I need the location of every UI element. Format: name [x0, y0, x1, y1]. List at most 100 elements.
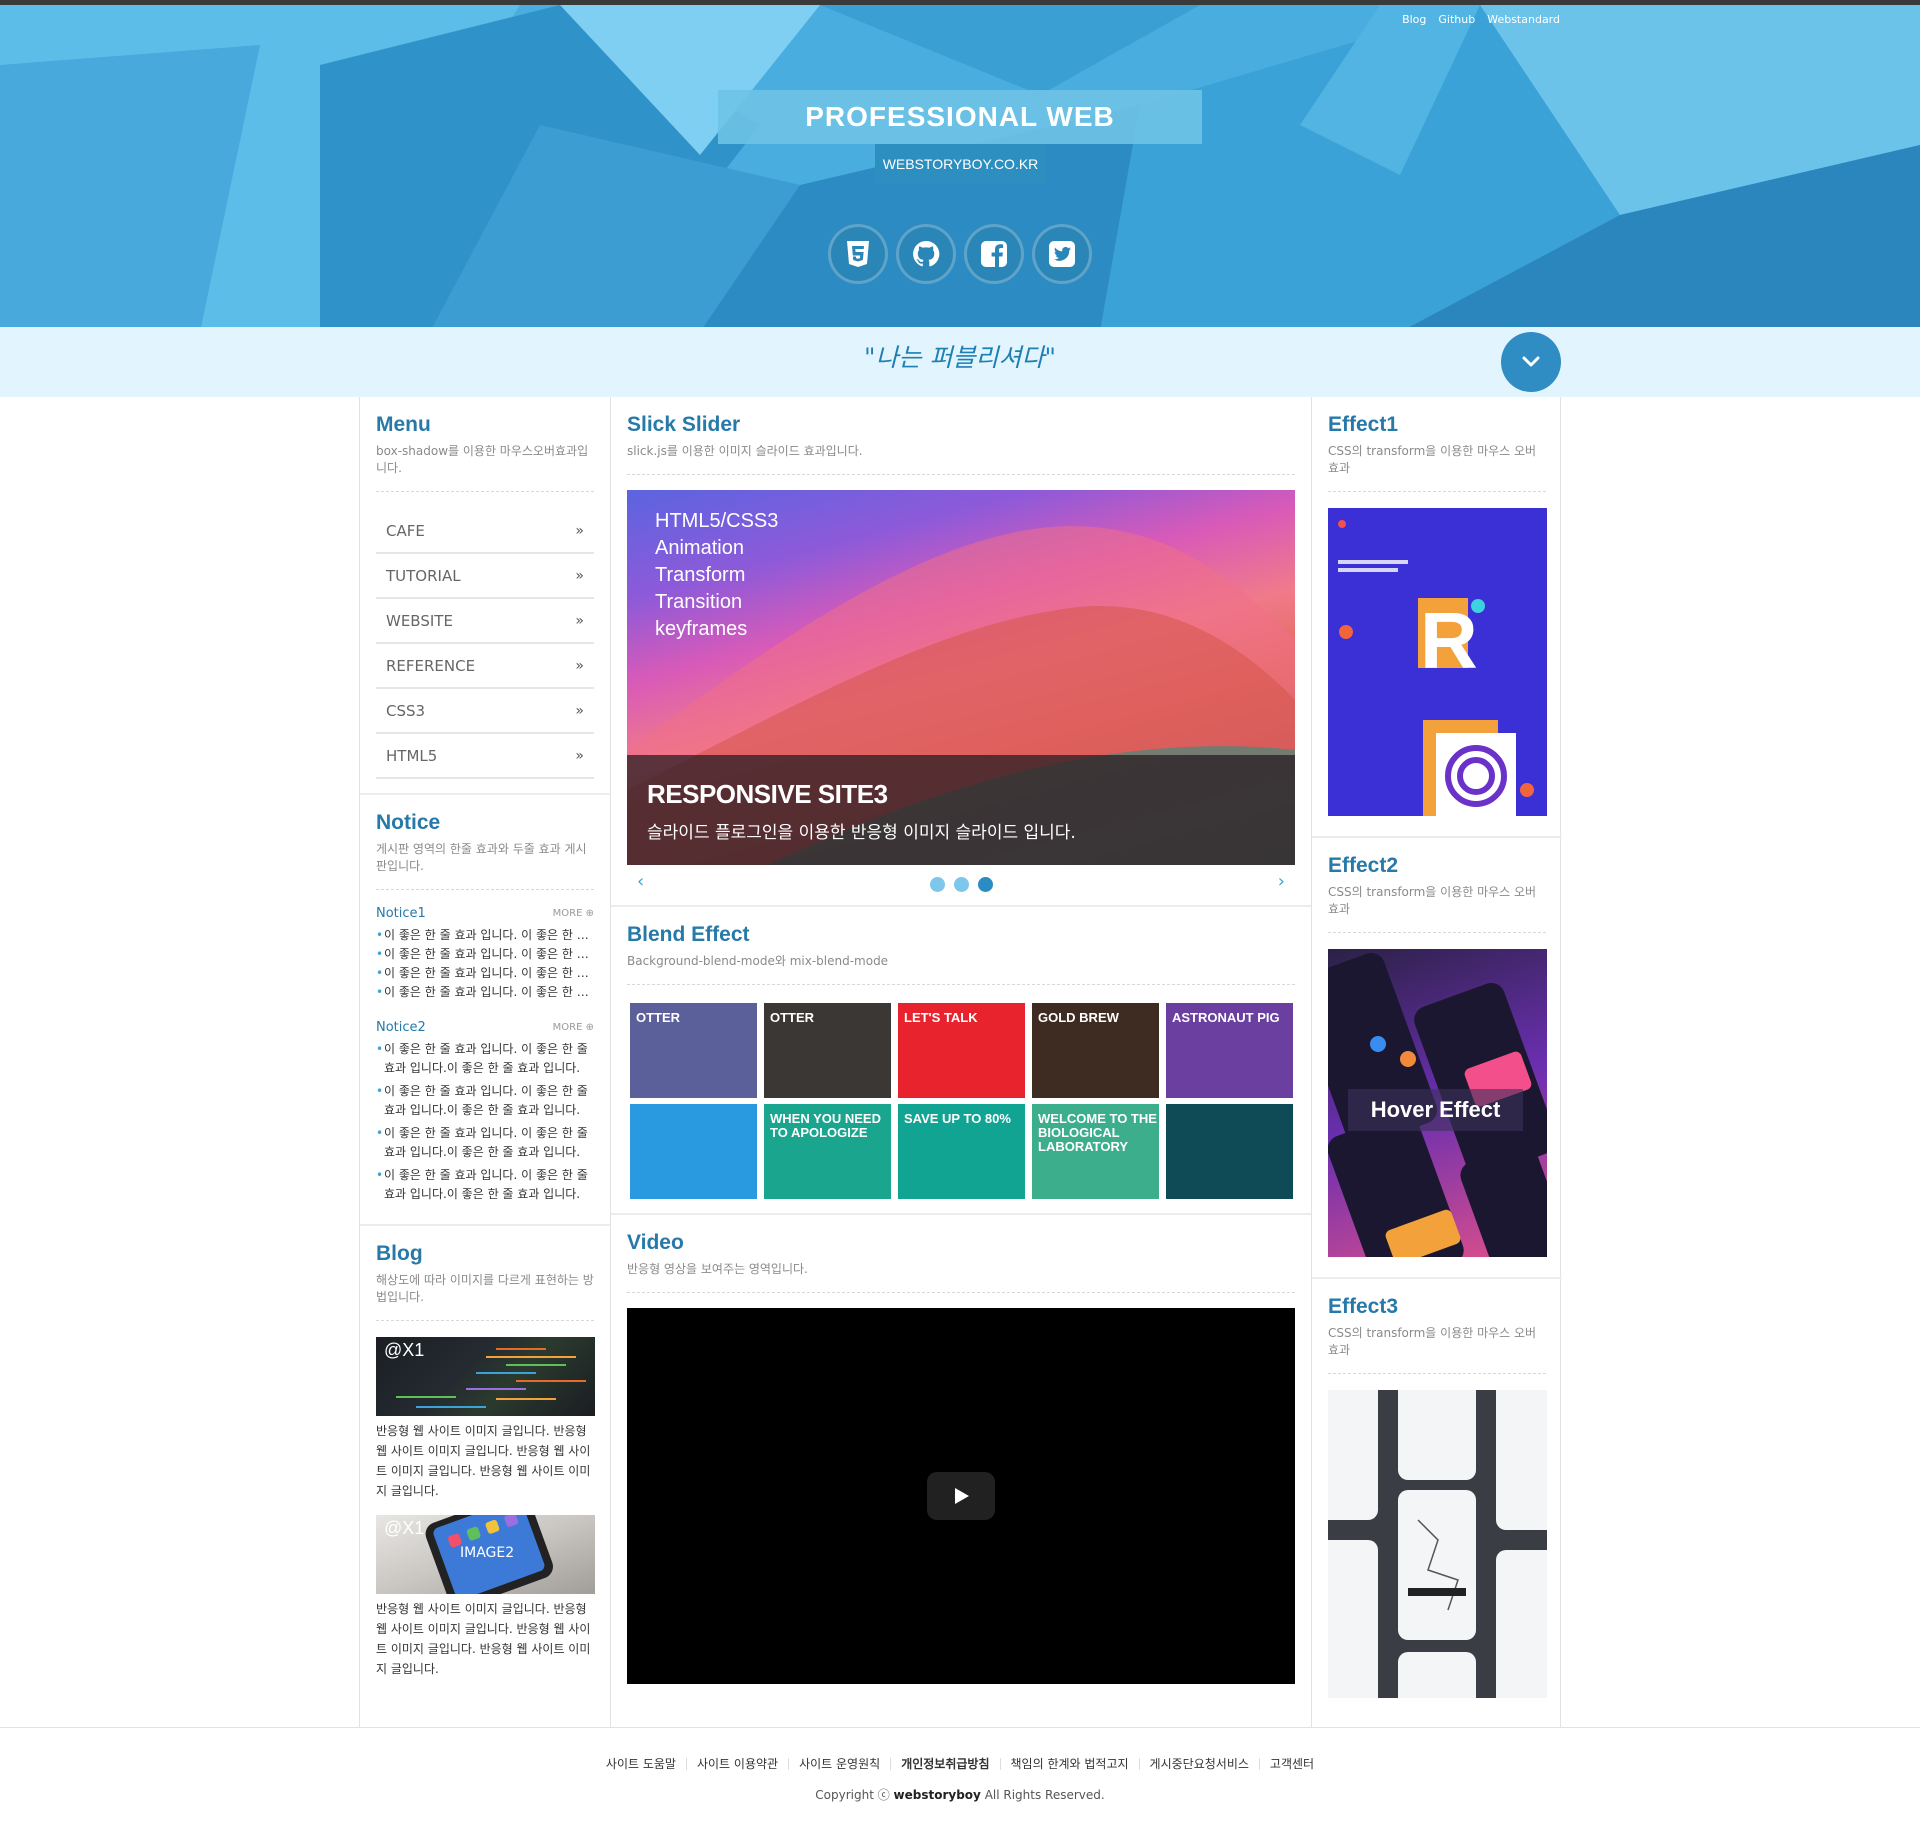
blend-tile[interactable]: OTTER	[764, 1003, 891, 1098]
svg-text:R: R	[1420, 596, 1478, 685]
notice-desc: 게시판 영역의 한줄 효과와 두줄 효과 게시판입니다.	[376, 841, 594, 890]
top-link-webstandard[interactable]: Webstandard	[1487, 13, 1560, 26]
slide-line: HTML5/CSS3	[655, 510, 779, 532]
blend-tile[interactable]: WHEN YOU NEED TO APOLOGIZE	[764, 1104, 891, 1199]
slide-caption-text: 슬라이드 플로그인을 이용한 반응형 이미지 슬라이드 입니다.	[647, 823, 1076, 843]
slider-dot[interactable]	[978, 877, 993, 892]
video-desc: 반응형 영상을 보여주는 영역입니다.	[627, 1261, 1295, 1293]
social-links	[828, 224, 1092, 284]
top-link-github[interactable]: Github	[1438, 13, 1475, 26]
right-column: Effect1 CSS의 transform을 이용한 마우스 오버 효과 R	[1311, 397, 1562, 1727]
menu-item-cafe[interactable]: CAFE »	[376, 509, 594, 554]
blend-tile-label: GOLD BREW	[1038, 1010, 1119, 1025]
github-link[interactable]	[896, 224, 956, 284]
menu-item-css3[interactable]: CSS3 »	[376, 689, 594, 734]
footer-link[interactable]: 사이트 도움말	[596, 1758, 686, 1770]
video-title: Video	[627, 1231, 684, 1254]
video-section: Video 반응형 영상을 보여주는 영역입니다.	[611, 1215, 1311, 1684]
top-link-blog[interactable]: Blog	[1402, 13, 1426, 26]
slider-desc: slick.js를 이용한 이미지 슬라이드 효과입니다.	[627, 443, 1295, 475]
effect1-section: Effect1 CSS의 transform을 이용한 마우스 오버 효과 R	[1312, 397, 1562, 838]
blend-title: Blend Effect	[627, 923, 750, 946]
image-slider[interactable]: HTML5/CSS3 Animation Transform Transitio…	[627, 490, 1295, 865]
scroll-down-button[interactable]	[1501, 332, 1561, 392]
slider-nav: ‹ ›	[627, 865, 1295, 905]
effect3-artwork	[1328, 1390, 1547, 1698]
notice2-list: 이 좋은 한 줄 효과 입니다. 이 좋은 한 줄 효과 입니다.이 좋은 한 …	[376, 1040, 594, 1208]
effect2-title: Effect2	[1328, 854, 1399, 877]
video-player[interactable]	[627, 1308, 1295, 1684]
slider-next-button[interactable]: ›	[1278, 871, 1285, 892]
menu-item-html5[interactable]: HTML5 »	[376, 734, 594, 779]
effect1-artwork: R	[1338, 520, 1534, 816]
menu-item-website[interactable]: WEBSITE »	[376, 599, 594, 644]
double-chevron-right-icon: »	[575, 567, 584, 584]
effect3-title: Effect3	[1328, 1295, 1399, 1318]
play-button[interactable]	[927, 1472, 995, 1520]
list-item[interactable]: 이 좋은 한 줄 효과 입니다. 이 좋은 한 줄 효과 입니다.이 좋은 한 …	[376, 1166, 594, 1208]
blog-section: Blog 해상도에 따라 이미지를 다르게 표현하는 방법입니다. @X1 반응…	[360, 1226, 610, 1679]
double-chevron-right-icon: »	[575, 657, 584, 674]
footer-links: 사이트 도움말 사이트 이용약관 사이트 운영원칙 개인정보취급방침 책임의 한계와 법…	[0, 1758, 1920, 1770]
blend-tile[interactable]: LET'S TALK	[898, 1003, 1025, 1098]
list-item[interactable]: 이 좋은 한 줄 효과 입니다. 이 좋은 한 줄 효과 입니다.	[376, 983, 594, 1002]
footer-link[interactable]: 개인정보취급방침	[890, 1758, 999, 1770]
effect1-desc: CSS의 transform을 이용한 마우스 오버 효과	[1328, 443, 1546, 492]
notice-title: Notice	[376, 811, 441, 834]
blend-tile[interactable]: ASTRONAUT PIG	[1166, 1003, 1293, 1098]
slider-title: Slick Slider	[627, 413, 741, 436]
effect3-image[interactable]	[1328, 1390, 1547, 1698]
footer-link[interactable]: 고객센터	[1258, 1758, 1324, 1770]
notice2-more-link[interactable]: MORE ⊕	[553, 1022, 594, 1033]
play-icon	[955, 1488, 969, 1504]
effect2-image[interactable]: Hover Effect	[1328, 949, 1547, 1257]
blend-tile[interactable]	[630, 1104, 757, 1199]
notice1-more-link[interactable]: MORE ⊕	[553, 908, 594, 919]
blend-tile[interactable]: GOLD BREW	[1032, 1003, 1159, 1098]
html5-link[interactable]	[828, 224, 888, 284]
list-item[interactable]: 이 좋은 한 줄 효과 입니다. 이 좋은 한 줄 효과 입니다.	[376, 926, 594, 945]
blend-tile-label: OTTER	[770, 1010, 815, 1025]
list-item[interactable]: 이 좋은 한 줄 효과 입니다. 이 좋은 한 줄 효과 입니다.이 좋은 한 …	[376, 1040, 594, 1082]
slider-dot[interactable]	[930, 877, 945, 892]
site-url-link[interactable]: WEBSTORYBOY.CO.KR	[875, 144, 1046, 184]
list-item[interactable]: 이 좋은 한 줄 효과 입니다. 이 좋은 한 줄 효과 입니다.	[376, 964, 594, 983]
menu-item-label: TUTORIAL	[386, 566, 461, 585]
footer-link[interactable]: 게시중단요청서비스	[1138, 1758, 1259, 1770]
blend-tile[interactable]	[1166, 1104, 1293, 1199]
footer-link[interactable]: 사이트 이용약관	[685, 1758, 788, 1770]
footer-link[interactable]: 사이트 운영원칙	[788, 1758, 890, 1770]
slider-dot[interactable]	[954, 877, 969, 892]
top-links: Blog Github Webstandard	[1402, 13, 1560, 26]
menu-item-tutorial[interactable]: TUTORIAL »	[376, 554, 594, 599]
slide-caption-title: RESPONSIVE SITE3	[647, 779, 888, 809]
menu-section: Menu box-shadow를 이용한 마우스오버효과입니다. CAFE » T…	[360, 397, 610, 795]
slide-line: keyframes	[655, 618, 748, 640]
list-item[interactable]: 이 좋은 한 줄 효과 입니다. 이 좋은 한 줄 효과 입니다.이 좋은 한 …	[376, 1082, 594, 1124]
blend-tile[interactable]: OTTER	[630, 1003, 757, 1098]
blend-tile-label: WHEN YOU NEED TO APOLOGIZE	[770, 1111, 881, 1140]
blend-tile-label: ASTRONAUT PIG	[1172, 1010, 1280, 1025]
list-item[interactable]: 이 좋은 한 줄 효과 입니다. 이 좋은 한 줄 효과 입니다.이 좋은 한 …	[376, 1124, 594, 1166]
notice-section: Notice 게시판 영역의 한줄 효과와 두줄 효과 게시판입니다. Noti…	[360, 795, 610, 1226]
blog-image-tag: @X1	[384, 1340, 425, 1360]
blog-image-2[interactable]: @X1 IMAGE2	[376, 1515, 595, 1594]
slide-caption: RESPONSIVE SITE3 슬라이드 플로그인을 이용한 반응형 이미지 …	[627, 755, 1295, 865]
blog-title: Blog	[376, 1242, 423, 1265]
footer-link[interactable]: 책임의 한계와 법적고지	[999, 1758, 1139, 1770]
list-item-text: 이 좋은 한 줄 효과 입니다. 이 좋은 한 줄 효과 입니다.이 좋은 한 …	[384, 1084, 588, 1117]
twitter-link[interactable]	[1032, 224, 1092, 284]
slider-prev-button[interactable]: ‹	[637, 871, 644, 892]
menu-item-label: REFERENCE	[386, 656, 476, 675]
facebook-link[interactable]	[964, 224, 1024, 284]
blog-text-1: 반응형 웹 사이트 이미지 글입니다. 반응형 웹 사이트 이미지 글입니다. …	[376, 1424, 591, 1498]
blend-tile[interactable]: WELCOME TO THE BIOLOGICAL LABORATORY	[1032, 1104, 1159, 1199]
blend-tile-label: LET'S TALK	[904, 1010, 978, 1025]
site-footer: 사이트 도움말 사이트 이용약관 사이트 운영원칙 개인정보취급방침 책임의 한계와 법…	[0, 1727, 1920, 1837]
blend-tile[interactable]: SAVE UP TO 80%	[898, 1104, 1025, 1199]
slogan-bar: "나는 퍼블리셔다"	[0, 327, 1920, 397]
effect1-image[interactable]: R	[1328, 508, 1547, 816]
list-item[interactable]: 이 좋은 한 줄 효과 입니다. 이 좋은 한 줄 효과 입니다.	[376, 945, 594, 964]
menu-item-reference[interactable]: REFERENCE »	[376, 644, 594, 689]
blog-image-1[interactable]: @X1	[376, 1337, 595, 1416]
